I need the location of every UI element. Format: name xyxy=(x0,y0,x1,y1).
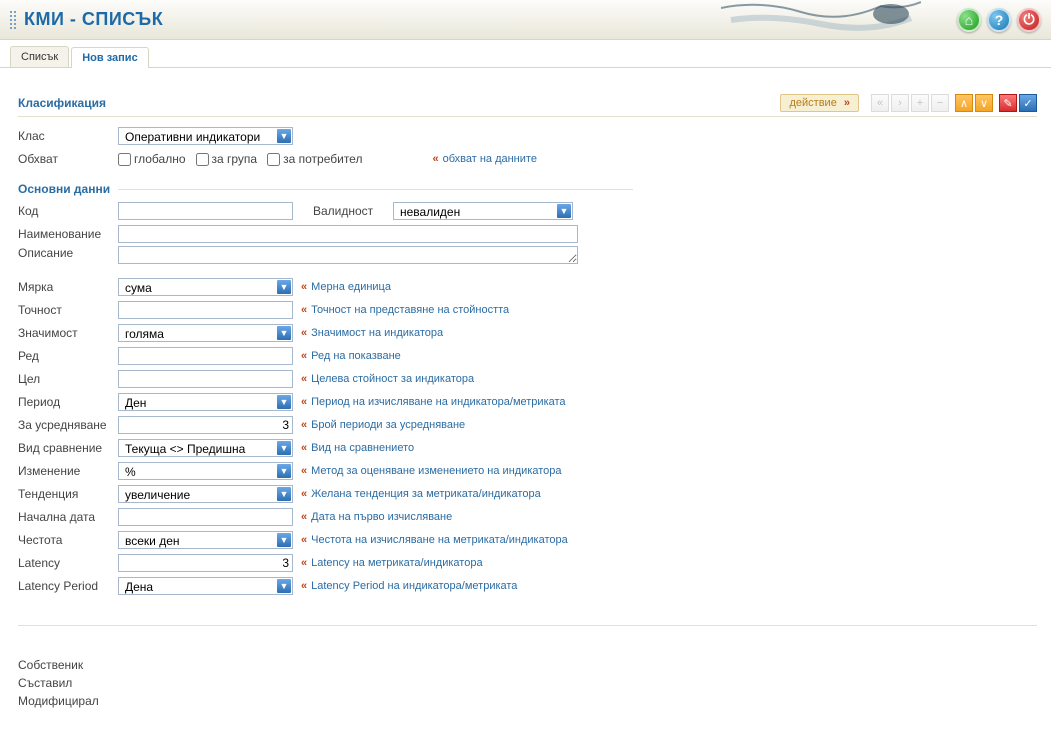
chk-user[interactable] xyxy=(267,153,280,166)
label-period: Период xyxy=(18,395,118,409)
section-basic: Основни данни xyxy=(18,182,110,196)
goal-input[interactable] xyxy=(118,370,293,388)
help-icon[interactable]: ? xyxy=(987,8,1011,32)
label-start-date: Начална дата xyxy=(18,510,118,524)
page-title: КМИ - СПИСЪК xyxy=(24,9,163,30)
hint-measure: «Мерна единица xyxy=(301,281,391,293)
hint-significance: «Значимост на индикатора xyxy=(301,327,443,339)
hint-latency-period: «Latency Period на индикатора/метриката xyxy=(301,580,517,592)
power-icon[interactable]: ⏻ xyxy=(1017,8,1041,32)
compare-select[interactable]: Текуща <> Предишна▼ xyxy=(118,439,293,457)
hint-trend: «Желана тенденция за метриката/индикатор… xyxy=(301,488,541,500)
label-modifier: Модифицирал xyxy=(18,692,1037,710)
latency-input[interactable] xyxy=(118,554,293,572)
measure-select[interactable]: сума▼ xyxy=(118,278,293,296)
change-select[interactable]: %▼ xyxy=(118,462,293,480)
label-trend: Тенденция xyxy=(18,487,118,501)
description-input[interactable] xyxy=(118,246,578,264)
label-significance: Значимост xyxy=(18,326,118,340)
name-input[interactable] xyxy=(118,225,578,243)
latency-period-select[interactable]: Дена▼ xyxy=(118,577,293,595)
label-name: Наименование xyxy=(18,227,118,241)
remove-icon: − xyxy=(931,94,949,112)
label-change: Изменение xyxy=(18,464,118,478)
hint-start-date: «Дата на първо изчисляване xyxy=(301,511,452,523)
confirm-icon[interactable]: ✓ xyxy=(1019,94,1037,112)
tab-list[interactable]: Списък xyxy=(10,46,69,67)
label-frequency: Честота xyxy=(18,533,118,547)
chk-group-label: за група xyxy=(212,152,258,166)
order-input[interactable] xyxy=(118,347,293,365)
code-input[interactable] xyxy=(118,202,293,220)
hint-change: «Метод за оценяване изменението на индик… xyxy=(301,465,562,477)
label-goal: Цел xyxy=(18,372,118,386)
label-validity: Валидност xyxy=(313,204,393,218)
class-select[interactable]: Оперативни индикатори ▼ xyxy=(118,127,293,145)
label-averaging: За усредняване xyxy=(18,418,118,432)
hint-precision: «Точност на представяне на стойността xyxy=(301,304,509,316)
cancel-icon[interactable]: ✎ xyxy=(999,94,1017,112)
header-art xyxy=(721,0,921,40)
label-scope: Обхват xyxy=(18,152,118,166)
chk-global-label: глобално xyxy=(134,152,186,166)
tab-bar: Списък Нов запис xyxy=(0,40,1051,68)
label-precision: Точност xyxy=(18,303,118,317)
label-order: Ред xyxy=(18,349,118,363)
label-creator: Съставил xyxy=(18,674,1037,692)
label-owner: Собственик xyxy=(18,656,1037,674)
hint-goal: «Целева стойност за индикатора xyxy=(301,373,474,385)
down-icon[interactable]: ∨ xyxy=(975,94,993,112)
chk-global[interactable] xyxy=(118,153,131,166)
label-class: Клас xyxy=(18,129,118,143)
label-latency-period: Latency Period xyxy=(18,579,118,593)
label-latency: Latency xyxy=(18,556,118,570)
raquo-icon: » xyxy=(844,97,850,109)
hint-scope: «обхват на данните xyxy=(432,153,536,165)
significance-select[interactable]: голяма▼ xyxy=(118,324,293,342)
chk-group[interactable] xyxy=(196,153,209,166)
tab-new[interactable]: Нов запис xyxy=(71,47,148,68)
chk-user-label: за потребител xyxy=(283,152,362,166)
nav-first-icon: « xyxy=(871,94,889,112)
add-icon: + xyxy=(911,94,929,112)
hint-frequency: «Честота на изчисляване на метриката/инд… xyxy=(301,534,568,546)
up-icon[interactable]: ∧ xyxy=(955,94,973,112)
start-date-input[interactable] xyxy=(118,508,293,526)
frequency-select[interactable]: всеки ден▼ xyxy=(118,531,293,549)
label-description: Описание xyxy=(18,246,118,260)
label-compare: Вид сравнение xyxy=(18,441,118,455)
action-label: действие xyxy=(789,97,836,109)
record-toolbar: действие » « › + − ∧ ∨ ✎ ✓ xyxy=(780,94,1037,112)
trend-select[interactable]: увеличение▼ xyxy=(118,485,293,503)
precision-input[interactable] xyxy=(118,301,293,319)
app-header: КМИ - СПИСЪК ⌂ ? ⏻ xyxy=(0,0,1051,40)
hint-period: «Период на изчисляване на индикатора/мет… xyxy=(301,396,566,408)
home-icon[interactable]: ⌂ xyxy=(957,8,981,32)
averaging-input[interactable] xyxy=(118,416,293,434)
hint-order: «Ред на показване xyxy=(301,350,401,362)
hint-compare: «Вид на сравнението xyxy=(301,442,414,454)
period-select[interactable]: Ден▼ xyxy=(118,393,293,411)
action-menu[interactable]: действие » xyxy=(780,94,859,112)
nav-prev-icon: › xyxy=(891,94,909,112)
label-code: Код xyxy=(18,204,118,218)
hint-averaging: «Брой периоди за усредняване xyxy=(301,419,465,431)
grip-icon xyxy=(10,11,16,29)
validity-select[interactable]: невалиден ▼ xyxy=(393,202,573,220)
section-classification: Класификация xyxy=(18,96,106,110)
label-measure: Мярка xyxy=(18,280,118,294)
hint-latency: «Latency на метриката/индикатора xyxy=(301,557,483,569)
